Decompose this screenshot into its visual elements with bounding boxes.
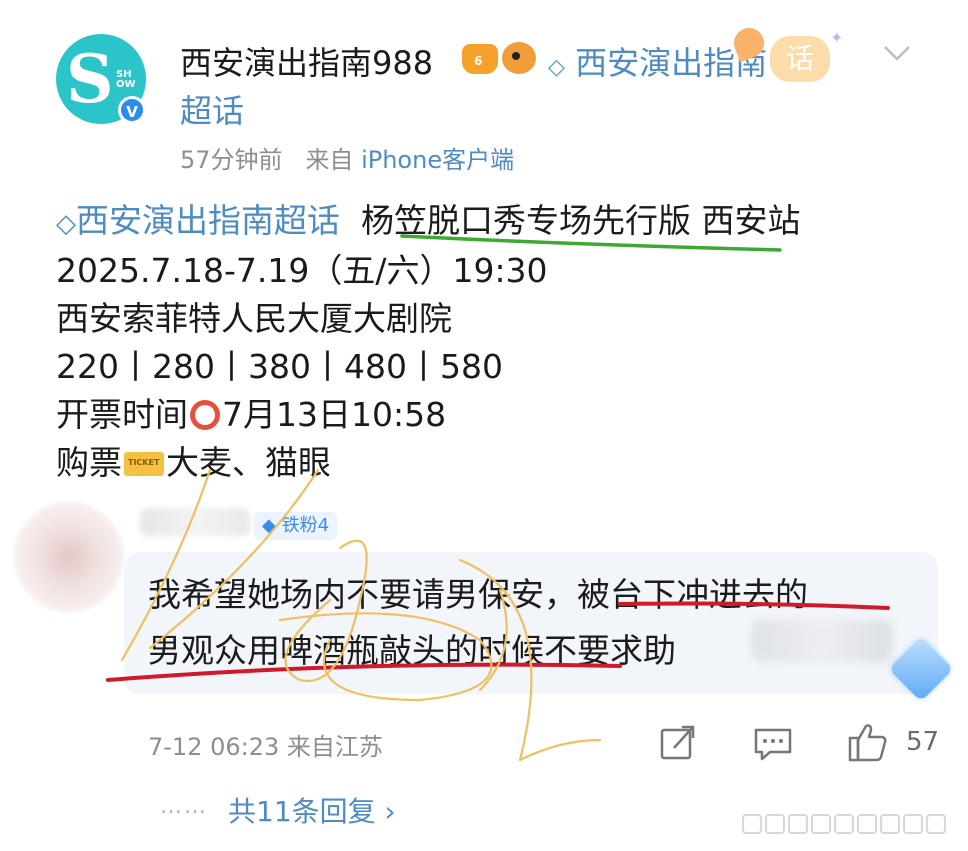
post-prices: 220丨280丨380丨480丨580 [56, 347, 503, 386]
fan-badge-text: 铁粉4 [281, 515, 330, 536]
share-icon[interactable] [658, 720, 698, 764]
crown-level-badge-icon: 6 [462, 44, 498, 74]
view-replies-link[interactable]: 共11条回复 › [228, 790, 396, 830]
comment-line-1: 我希望她场内不要请男保安，被台下冲进去的 [148, 575, 808, 614]
sticker-text: 话 [770, 36, 830, 82]
diamond-icon: ◇ [548, 55, 565, 80]
username[interactable]: 西安演出指南988 [180, 38, 433, 84]
reply-dots: …… [160, 794, 208, 819]
chevron-down-icon[interactable] [882, 38, 912, 68]
ticket-icon [124, 452, 164, 476]
post-date: 2025.7.18-7.19（五/六）19:30 [56, 251, 548, 290]
sparkle-icon: ✦ [830, 28, 844, 47]
comment-meta: 7-12 06:23 来自江苏 [148, 727, 383, 762]
post-sale-time: 开票时间 7月13日10:58 [56, 388, 446, 436]
sale-time-value: 7月13日10:58 [222, 395, 447, 434]
comment-location: 来自江苏 [286, 733, 383, 761]
buy-channels: 大麦、猫眼 [166, 443, 331, 482]
diamond-icon: ◆ [262, 515, 276, 536]
commenter-name-blurred[interactable] [140, 508, 250, 536]
post-line-title: ◇西安演出指南超话 杨笠脱口秀专场先行版 西安站 [56, 194, 800, 242]
verified-badge-icon: V [118, 96, 146, 124]
comment-text-blurred [752, 620, 892, 662]
avatar-subtext: SHOW [116, 69, 136, 90]
post-source[interactable]: iPhone客户端 [361, 146, 514, 174]
post-meta: 57分钟前 来自 iPhone客户端 [180, 140, 514, 175]
post-venue: 西安索菲特人民大厦大剧院 [56, 299, 452, 338]
from-label: 来自 [305, 146, 354, 174]
fan-badge: ◆ 铁粉4 [254, 512, 338, 540]
commenter-avatar[interactable] [14, 502, 124, 612]
show-title: 杨笠脱口秀专场先行版 西安站 [360, 201, 801, 240]
diamond-icon: ◇ [56, 209, 76, 239]
like-count: 57 [906, 727, 940, 757]
watermark-icon [742, 814, 958, 844]
super-topic-sticker-icon: 话 ✦ [729, 23, 844, 84]
sale-time-label: 开票时间 [56, 395, 188, 434]
comment-line-2: 男观众用啤酒瓶敲头的时候不要求助 [148, 631, 676, 670]
thumbs-up-icon[interactable] [846, 720, 890, 764]
buy-label: 购票 [56, 443, 122, 482]
post-buy: 购票 大麦、猫眼 [56, 436, 331, 484]
topic-tag-text: 西安演出指南超话 [76, 201, 340, 240]
flame-icon [729, 23, 769, 63]
alarm-clock-icon [190, 400, 220, 430]
post-time: 57分钟前 [180, 146, 283, 174]
super-topic-line2[interactable]: 超话 [180, 86, 244, 132]
comment-icon[interactable] [752, 720, 794, 764]
level-number: 6 [474, 54, 483, 68]
pufferfish-badge-icon [502, 42, 536, 74]
avatar-letter: S [66, 40, 114, 118]
topic-tag-link[interactable]: ◇西安演出指南超话 [56, 201, 340, 240]
comment-time: 7-12 06:23 [148, 733, 280, 761]
